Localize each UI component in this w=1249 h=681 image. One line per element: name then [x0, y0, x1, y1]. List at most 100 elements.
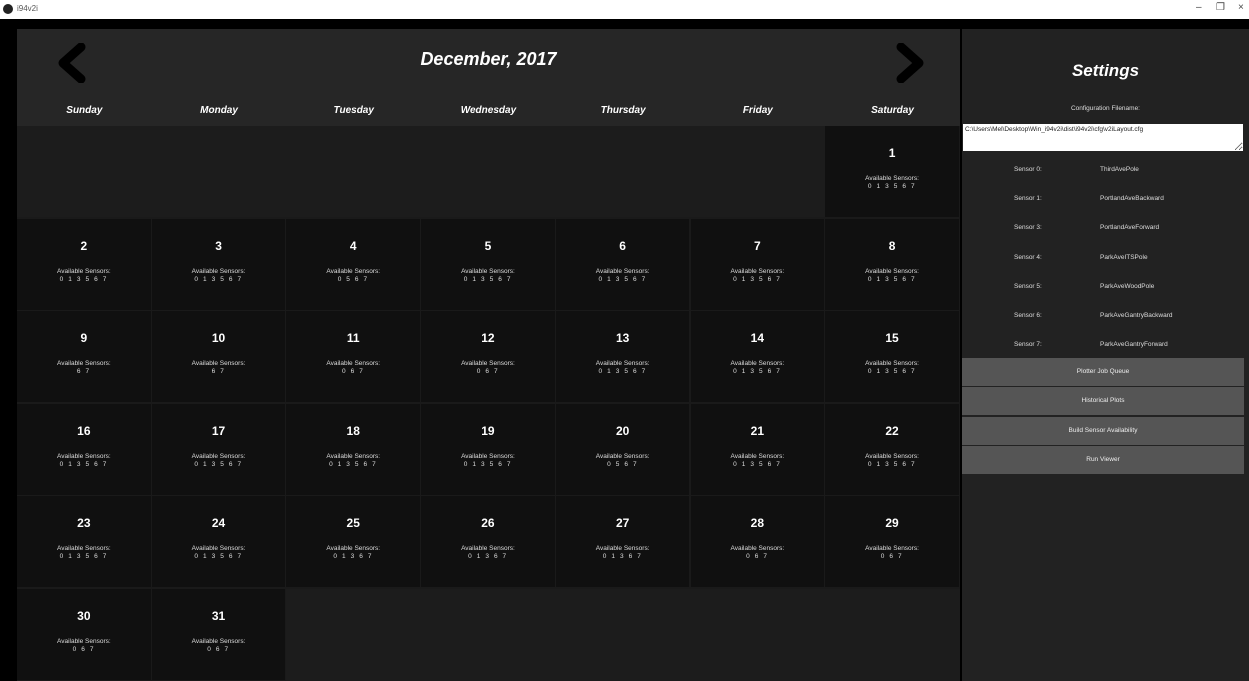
day-number: 10 [211, 331, 226, 345]
available-sensors-label: Available Sensors: [730, 267, 785, 275]
day-cell-20[interactable]: 20 Available Sensors: 0 5 6 7 [555, 403, 690, 495]
day-cell-17[interactable]: 17 Available Sensors: 0 1 3 5 6 7 [151, 403, 286, 495]
available-sensors-values: 0 1 3 5 6 7 [463, 275, 513, 283]
available-sensors-label: Available Sensors: [461, 545, 515, 552]
available-sensors-label: Available Sensors: [865, 360, 919, 367]
available-sensors-label: Available Sensors: [461, 267, 515, 275]
plotter-job-queue-button[interactable]: Plotter Job Queue [962, 358, 1244, 386]
calendar-header: December, 2017 [17, 29, 960, 96]
sensor-row: Sensor 3: PortlandAveForward [962, 224, 1249, 238]
day-cell-21[interactable]: 21 Available Sensors: 0 1 3 5 6 7 [690, 403, 825, 495]
day-cell-12[interactable]: 12 Available Sensors: 0 6 7 [421, 311, 555, 402]
day-cell-30[interactable]: 30 Available Sensors: 0 6 7 [17, 588, 151, 680]
config-filename-input[interactable]: C:\Users\Mel\Desktop\Win_i94v2i\dist\i94… [963, 124, 1243, 151]
day-cell-28[interactable]: 28 Available Sensors: 0 6 7 [690, 496, 825, 587]
calendar-grid: 1 Available Sensors: 0 1 3 5 6 7 2 Available… [17, 126, 960, 681]
day-cell-24[interactable]: 24 Available Sensors: 0 1 3 5 6 7 [151, 496, 286, 587]
available-sensors-label: Available Sensors: [191, 545, 246, 552]
weekday-tuesday: Tuesday [333, 105, 374, 116]
sensor-label: Sensor 4: [1014, 253, 1042, 261]
available-sensors-values: 0 1 3 5 6 7 [194, 553, 243, 560]
available-sensors-label: Available Sensors: [191, 452, 246, 460]
weekday-saturday: Saturday [871, 105, 914, 116]
day-cell-16[interactable]: 16 Available Sensors: 0 1 3 5 6 7 [17, 403, 151, 495]
day-cell-6[interactable]: 6 Available Sensors: 0 1 3 5 6 7 [555, 218, 690, 310]
build-sensor-availability-button[interactable]: Build Sensor Availability [962, 416, 1244, 445]
day-number: 21 [750, 423, 765, 438]
close-button[interactable]: × [1238, 2, 1244, 13]
day-cell-18[interactable]: 18 Available Sensors: 0 1 3 5 6 7 [286, 403, 421, 495]
available-sensors-values: 0 1 3 5 6 7 [59, 553, 108, 560]
available-sensors-values: 0 1 3 5 6 7 [733, 460, 782, 468]
available-sensors-values: 0 5 6 7 [337, 275, 369, 283]
day-number: 8 [888, 238, 896, 253]
sensor-name: ParkAveGantryBackward [1100, 312, 1173, 319]
day-cell-26[interactable]: 26 Available Sensors: 0 1 3 6 7 [421, 496, 555, 587]
day-cell-1[interactable]: 1 Available Sensors: 0 1 3 5 6 7 [825, 126, 959, 217]
available-sensors-values: 0 6 7 [342, 368, 365, 375]
available-sensors-label: Available Sensors: [865, 267, 919, 275]
sensor-label: Sensor 1: [1014, 195, 1042, 203]
day-cell-8[interactable]: 8 Available Sensors: 0 1 3 5 6 7 [825, 218, 959, 310]
day-cell-10[interactable]: 10 Available Sensors: 6 7 [151, 311, 286, 402]
available-sensors-label: Available Sensors: [56, 452, 111, 460]
minimize-button[interactable]: – [1196, 2, 1202, 13]
day-number: 11 [346, 331, 360, 345]
sensor-row: Sensor 1: PortlandAveBackward [962, 195, 1249, 209]
sensor-name: ThirdAvePole [1100, 166, 1139, 173]
chevron-right-icon [896, 43, 924, 83]
empty-trailing-days [286, 589, 960, 681]
available-sensors-label: Available Sensors: [461, 360, 515, 367]
day-cell-15[interactable]: 15 Available Sensors: 0 1 3 5 6 7 [825, 311, 959, 402]
day-number: 29 [885, 516, 899, 530]
day-number: 27 [615, 516, 630, 530]
available-sensors-label: Available Sensors: [865, 452, 919, 460]
day-number: 23 [77, 516, 91, 530]
day-cell-7[interactable]: 7 Available Sensors: 0 1 3 5 6 7 [690, 218, 825, 310]
run-viewer-button[interactable]: Run Viewer [962, 445, 1244, 474]
available-sensors-values: 0 1 3 5 6 7 [867, 460, 917, 468]
available-sensors-label: Available Sensors: [865, 545, 919, 552]
day-number: 17 [211, 423, 226, 438]
day-cell-31[interactable]: 31 Available Sensors: 0 6 7 [151, 588, 286, 680]
day-number: 19 [481, 423, 495, 438]
empty-leading-days [17, 126, 825, 217]
available-sensors-values: 0 1 3 6 7 [333, 553, 374, 560]
day-number: 15 [885, 331, 899, 345]
restore-button[interactable]: ❐ [1216, 2, 1225, 13]
available-sensors-label: Available Sensors: [595, 267, 650, 275]
available-sensors-values: 0 1 3 5 6 7 [867, 183, 917, 190]
day-cell-25[interactable]: 25 Available Sensors: 0 1 3 6 7 [286, 496, 421, 587]
day-number: 18 [346, 423, 360, 438]
weekday-thursday: Thursday [600, 105, 646, 116]
day-number: 6 [619, 238, 626, 253]
day-cell-14[interactable]: 14 Available Sensors: 0 1 3 5 6 7 [690, 311, 825, 402]
day-cell-22[interactable]: 22 Available Sensors: 0 1 3 5 6 7 [825, 403, 959, 495]
day-number: 7 [754, 238, 761, 253]
day-cell-3[interactable]: 3 Available Sensors: 0 1 3 5 6 7 [151, 218, 286, 310]
sensor-name: PortlandAveBackward [1100, 195, 1164, 203]
weekday-sunday: Sunday [66, 105, 103, 116]
day-cell-9[interactable]: 9 Available Sensors: 6 7 [17, 311, 151, 402]
day-cell-13[interactable]: 13 Available Sensors: 0 1 3 5 6 7 [555, 311, 690, 402]
available-sensors-label: Available Sensors: [191, 360, 246, 367]
day-cell-2[interactable]: 2 Available Sensors: 0 1 3 5 6 7 [17, 218, 151, 310]
day-number: 5 [484, 238, 492, 253]
day-cell-23[interactable]: 23 Available Sensors: 0 1 3 5 6 7 [17, 496, 151, 587]
available-sensors-label: Available Sensors: [595, 452, 650, 460]
day-cell-19[interactable]: 19 Available Sensors: 0 1 3 5 6 7 [421, 403, 555, 495]
sensor-label: Sensor 7: [1014, 341, 1042, 349]
day-cell-4[interactable]: 4 Available Sensors: 0 5 6 7 [286, 218, 421, 310]
available-sensors-label: Available Sensors: [56, 545, 111, 552]
day-cell-11[interactable]: 11 Available Sensors: 0 6 7 [286, 311, 421, 402]
historical-plots-button[interactable]: Historical Plots [962, 387, 1244, 416]
day-cell-29[interactable]: 29 Available Sensors: 0 6 7 [825, 496, 959, 587]
next-month-button[interactable] [893, 43, 929, 83]
weekday-header-row: Sunday Monday Tuesday Wednesday Thursday Frid… [17, 96, 960, 126]
calendar-panel: December, 2017 Sunday Monday Tuesday Wednes… [17, 29, 960, 681]
day-cell-27[interactable]: 27 Available Sensors: 0 1 3 6 7 [555, 496, 690, 587]
day-cell-5[interactable]: 5 Available Sensors: 0 1 3 5 6 7 [421, 218, 555, 310]
weekday-monday: Monday [200, 105, 238, 116]
available-sensors-values: 0 1 3 5 6 7 [59, 275, 108, 283]
available-sensors-values: 0 1 3 6 7 [468, 553, 508, 560]
